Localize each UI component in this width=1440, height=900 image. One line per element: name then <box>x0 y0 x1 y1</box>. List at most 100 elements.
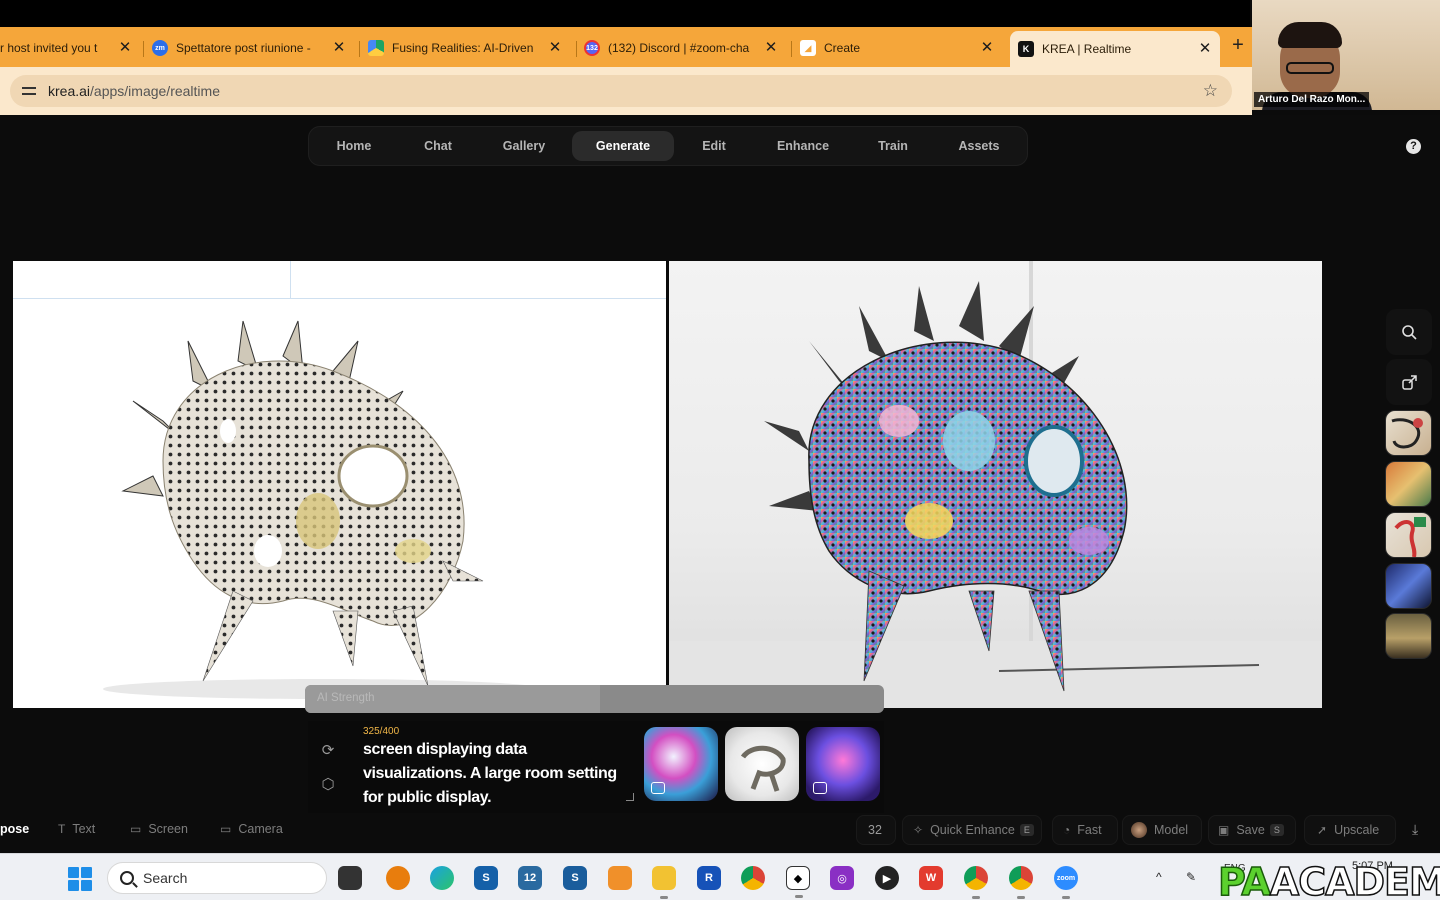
close-icon[interactable]: ✕ <box>978 38 996 58</box>
media-player-icon[interactable]: ▶ <box>875 866 899 890</box>
ai-strength-label: AI Strength <box>317 692 375 704</box>
participant-name: Arturo Del Razo Mon... <box>1254 92 1370 107</box>
windows-start-icon[interactable] <box>68 867 92 891</box>
quick-enhance-button[interactable]: ✧ Quick Enhance E <box>902 815 1042 845</box>
zoom-icon: zm <box>152 40 168 56</box>
sketchup-icon[interactable]: S <box>563 866 587 890</box>
browser-tab[interactable]: r host invited you t ✕ <box>0 33 140 63</box>
tab-separator <box>359 41 360 57</box>
save-icon: ▣ <box>1218 823 1230 837</box>
upscale-button[interactable]: ➚ Upscale <box>1304 815 1396 845</box>
fast-content: ◔ Fast <box>1063 816 1102 844</box>
tab-separator <box>143 41 144 57</box>
nav-assets[interactable]: Assets <box>943 131 1015 161</box>
quick-enhance-label: Quick Enhance <box>930 823 1015 837</box>
refresh-icon[interactable]: ⟳ <box>318 741 338 761</box>
quick-enhance-content: ✧ Quick Enhance E <box>913 816 1034 844</box>
download-icon[interactable]: ⤓ <box>1412 815 1418 843</box>
dice-icon[interactable]: ⬡ <box>318 775 338 795</box>
taskbar-search[interactable]: Search <box>107 862 327 894</box>
wps-icon[interactable]: W <box>919 866 943 890</box>
bottom-toolbar: pose T Text ▭ Screen ▭ Camera 32 ✧ Quick Enh… <box>0 815 1440 845</box>
save-button[interactable]: ▣ Save S <box>1208 815 1296 845</box>
app-icon[interactable] <box>608 866 632 890</box>
prompt-char-counter: 325/400 <box>363 726 400 737</box>
prompt-input[interactable]: screen displaying data visualizations. A… <box>363 738 628 810</box>
chrome-icon[interactable] <box>741 866 765 890</box>
share-icon[interactable] <box>1386 359 1432 405</box>
close-icon[interactable]: ✕ <box>762 38 780 58</box>
camera-button[interactable]: ▭ Camera <box>220 815 283 843</box>
url-host: krea.ai <box>48 83 91 99</box>
search-icon[interactable] <box>1386 309 1432 355</box>
nav-generate[interactable]: Generate <box>572 131 674 161</box>
screen-button[interactable]: ▭ Screen <box>130 815 188 843</box>
history-thumbnail[interactable] <box>1385 512 1432 558</box>
chevron-up-icon[interactable]: ^ <box>1156 870 1162 884</box>
edge-icon[interactable] <box>430 866 454 890</box>
history-thumbnail[interactable] <box>1385 563 1432 609</box>
url-text: krea.ai/apps/image/realtime <box>48 83 220 99</box>
new-tab-icon[interactable]: + <box>1226 34 1250 57</box>
history-thumbnail[interactable] <box>1385 410 1432 456</box>
history-thumbnail[interactable] <box>1385 461 1432 507</box>
app-icon[interactable]: 12 <box>518 866 542 890</box>
style-thumbnail[interactable] <box>806 727 880 801</box>
close-icon[interactable]: ✕ <box>1196 39 1214 59</box>
style-thumbnail[interactable] <box>644 727 718 801</box>
krea-app: Home Chat Gallery Generate Edit Enhance … <box>0 115 1440 853</box>
step-count: 32 <box>868 823 882 837</box>
browser-tab[interactable]: zm Spettatore post riunione - ✕ <box>152 33 354 63</box>
resize-handle-icon[interactable] <box>626 793 634 801</box>
task-view-icon[interactable] <box>338 866 362 890</box>
close-icon[interactable]: ✕ <box>116 38 134 58</box>
help-icon[interactable]: ? <box>1406 139 1421 154</box>
tab-title: KREA | Realtime <box>1042 42 1132 56</box>
sketchup-icon[interactable]: S <box>474 866 498 890</box>
zoom-icon[interactable]: zoom <box>1054 866 1078 899</box>
app-icon[interactable]: ◎ <box>830 866 854 890</box>
nav-enhance[interactable]: Enhance <box>764 131 842 161</box>
rhino-icon[interactable]: ◆ <box>786 866 810 898</box>
blender-icon[interactable] <box>386 866 410 890</box>
url-field[interactable]: krea.ai/apps/image/realtime ☆ <box>10 75 1232 107</box>
browser-tab-active[interactable]: K KREA | Realtime ✕ <box>1010 31 1220 67</box>
nav-edit[interactable]: Edit <box>685 131 743 161</box>
step-count-button[interactable]: 32 <box>856 815 896 845</box>
browser-tab[interactable]: 132 (132) Discord | #zoom-cha ✕ <box>584 33 786 63</box>
participant-glasses <box>1286 62 1334 74</box>
main-nav: Home Chat Gallery Generate Edit Enhance … <box>308 126 1028 166</box>
style-thumbnail[interactable] <box>725 727 799 801</box>
create-icon: ◢ <box>800 40 816 56</box>
fast-button[interactable]: ◔ Fast <box>1052 815 1118 845</box>
screen-label: Screen <box>148 822 188 836</box>
nav-chat[interactable]: Chat <box>403 131 473 161</box>
history-thumbnail[interactable] <box>1385 613 1432 659</box>
pose-button[interactable]: pose <box>0 815 29 843</box>
bookmark-star-icon[interactable]: ☆ <box>1203 81 1218 101</box>
top-strip <box>0 0 1250 27</box>
microphone-icon[interactable]: ✎ <box>1186 870 1196 884</box>
nav-home[interactable]: Home <box>319 131 389 161</box>
upscale-icon: ➚ <box>1317 823 1328 837</box>
close-icon[interactable]: ✕ <box>546 38 564 58</box>
chrome-icon[interactable] <box>964 866 988 899</box>
chrome-icon[interactable] <box>1009 866 1033 899</box>
nav-gallery[interactable]: Gallery <box>489 131 559 161</box>
close-icon[interactable]: ✕ <box>330 38 348 58</box>
tab-separator <box>576 41 577 57</box>
sparkle-icon: ✧ <box>913 823 924 837</box>
model-avatar-icon <box>1131 822 1147 838</box>
revit-icon[interactable]: R <box>697 866 721 890</box>
nav-train[interactable]: Train <box>864 131 922 161</box>
browser-tab[interactable]: Fusing Realities: AI-Driven ✕ <box>368 33 570 63</box>
url-path: /apps/image/realtime <box>90 83 220 99</box>
site-settings-icon[interactable] <box>22 85 36 97</box>
ai-strength-slider[interactable]: AI Strength <box>305 685 884 713</box>
file-explorer-icon[interactable] <box>652 866 676 899</box>
text-button[interactable]: T Text <box>58 815 95 843</box>
input-canvas[interactable] <box>13 261 666 708</box>
model-button[interactable]: Model <box>1122 815 1202 845</box>
browser-tab[interactable]: ◢ Create ✕ <box>800 33 1002 63</box>
krea-icon: K <box>1018 41 1034 57</box>
